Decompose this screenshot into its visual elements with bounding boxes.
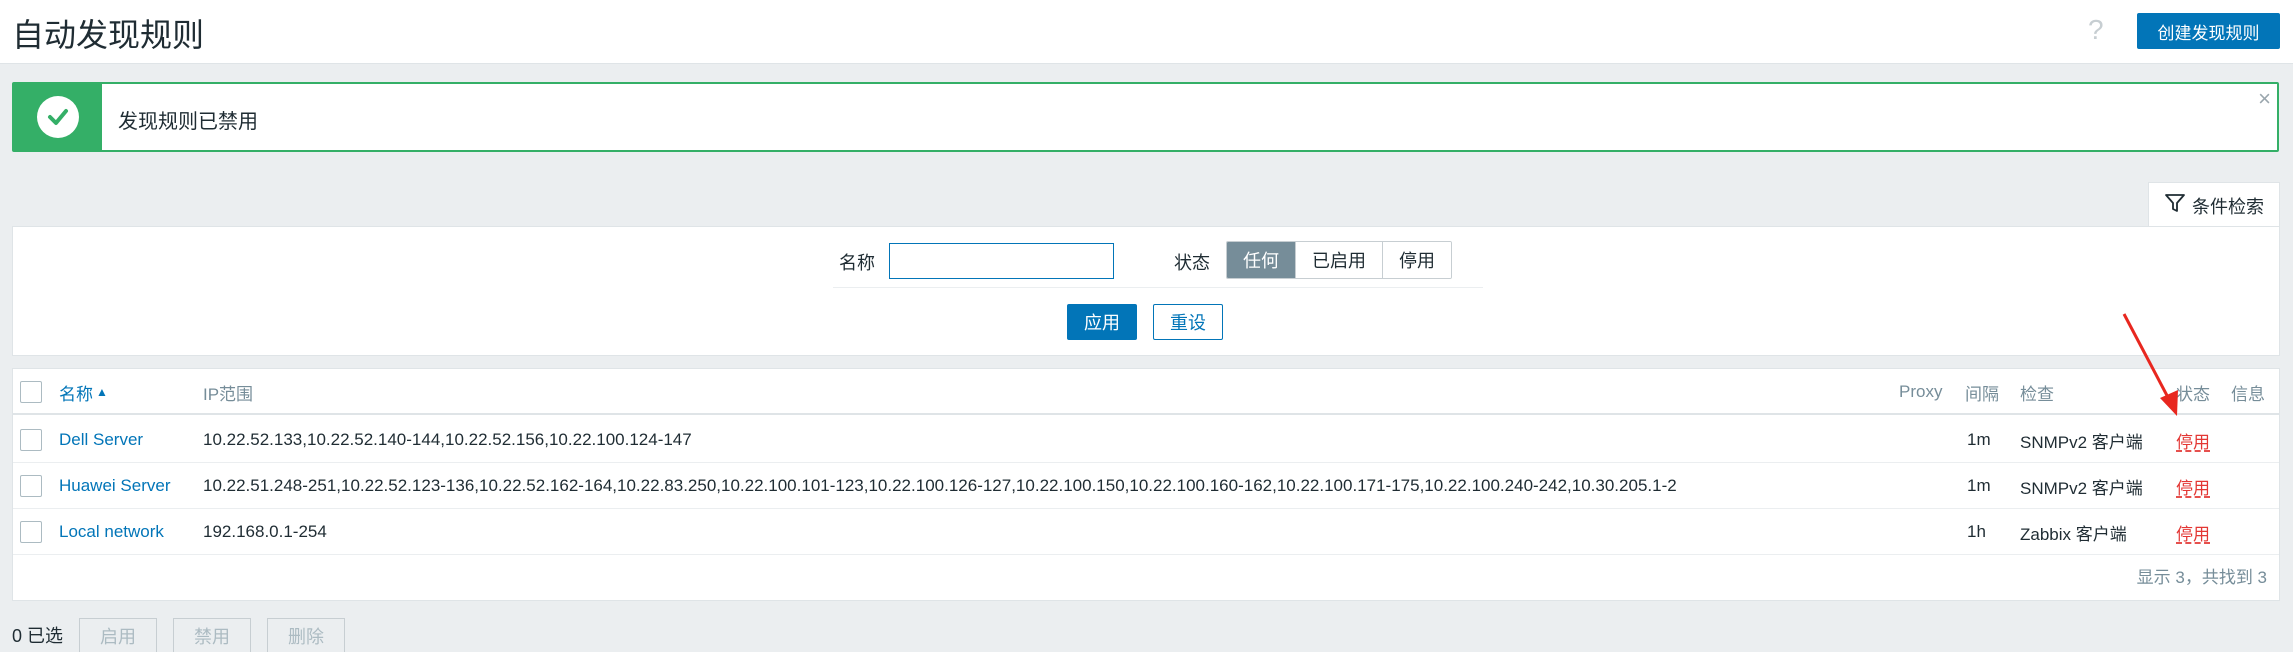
- reset-button[interactable]: 重设: [1153, 304, 1223, 340]
- row-checkbox[interactable]: [20, 475, 42, 497]
- selected-count: 0 已选: [12, 626, 64, 646]
- status-toggle-link[interactable]: 停用: [2176, 509, 2210, 555]
- column-header-status: 状态: [2176, 384, 2210, 404]
- table-row: Huawei Server 10.22.51.248-251,10.22.52.…: [13, 463, 2279, 509]
- sort-ascending-icon: ▲: [96, 385, 108, 399]
- column-header-checks: 检查: [2020, 384, 2054, 404]
- rule-name-link[interactable]: Local network: [59, 509, 164, 555]
- enable-button[interactable]: 启用: [79, 618, 158, 652]
- disable-button[interactable]: 禁用: [173, 618, 252, 652]
- filter-tab[interactable]: 条件检索: [2148, 182, 2280, 228]
- table-row: Local network 192.168.0.1-254 1h Zabbix …: [13, 509, 2279, 555]
- filter-status-label: 状态: [1174, 253, 1210, 273]
- filter-name-label: 名称: [839, 253, 875, 273]
- page-title: 自动发现规则: [12, 17, 205, 53]
- row-checkbox[interactable]: [20, 521, 42, 543]
- table-row: Dell Server 10.22.52.133,10.22.52.140-14…: [13, 417, 2279, 463]
- delete-button[interactable]: 删除: [267, 618, 346, 652]
- discovery-rules-table: 名称 ▲ IP范围 Proxy 间隔 检查 状态 信息 Dell Server …: [12, 368, 2280, 601]
- rule-name-link[interactable]: Huawei Server: [59, 463, 171, 509]
- interval: 1m: [1967, 476, 1991, 495]
- column-header-info: 信息: [2231, 384, 2265, 404]
- filter-icon: [2164, 192, 2186, 219]
- table-footer-count: 显示 3，共找到 3: [2136, 568, 2267, 587]
- row-checkbox[interactable]: [20, 429, 42, 451]
- checks: SNMPv2 客户端: [2020, 432, 2143, 452]
- checks: Zabbix 客户端: [2020, 524, 2127, 544]
- interval: 1h: [1967, 522, 1986, 541]
- create-discovery-rule-button[interactable]: 创建发现规则: [2137, 13, 2280, 49]
- interval: 1m: [1967, 430, 1991, 449]
- column-header-interval: 间隔: [1965, 384, 1999, 404]
- filter-name-input[interactable]: [889, 243, 1114, 279]
- status-option-disabled[interactable]: 停用: [1382, 242, 1451, 278]
- status-segmented-control: 任何 已启用 停用: [1226, 241, 1452, 279]
- column-header-proxy: Proxy: [1899, 382, 1943, 401]
- column-header-ip-range: IP范围: [203, 384, 254, 404]
- ip-range: 192.168.0.1-254: [203, 522, 327, 541]
- mass-action-bar: 0 已选 启用 禁用 删除: [12, 618, 346, 652]
- column-header-name[interactable]: 名称 ▲: [59, 369, 108, 415]
- status-toggle-link[interactable]: 停用: [2176, 463, 2210, 509]
- table-header-row: 名称 ▲ IP范围 Proxy 间隔 检查 状态 信息: [13, 369, 2279, 415]
- status-toggle-link[interactable]: 停用: [2176, 417, 2210, 463]
- page-header: 自动发现规则 ? 创建发现规则: [0, 0, 2293, 64]
- status-option-enabled[interactable]: 已启用: [1295, 242, 1382, 278]
- filter-tab-label: 条件检索: [2192, 196, 2264, 217]
- help-icon[interactable]: ?: [2088, 14, 2104, 46]
- close-icon[interactable]: ×: [2258, 86, 2271, 112]
- column-header-name-label: 名称: [59, 384, 93, 404]
- checks: SNMPv2 客户端: [2020, 478, 2143, 498]
- status-option-any[interactable]: 任何: [1227, 242, 1295, 278]
- success-icon-box: [14, 84, 102, 150]
- message-text: 发现规则已禁用: [118, 111, 258, 133]
- ip-range: 10.22.52.133,10.22.52.140-144,10.22.52.1…: [203, 430, 692, 449]
- ip-range: 10.22.51.248-251,10.22.52.123-136,10.22.…: [203, 476, 1677, 495]
- filter-panel: 名称 状态 任何 已启用 停用 应用 重设: [12, 226, 2280, 356]
- select-all-checkbox[interactable]: [20, 381, 42, 403]
- success-message: 发现规则已禁用 ×: [12, 82, 2279, 152]
- filter-divider: [833, 287, 1483, 288]
- check-icon: [37, 96, 79, 138]
- rule-name-link[interactable]: Dell Server: [59, 417, 143, 463]
- apply-button[interactable]: 应用: [1067, 304, 1137, 340]
